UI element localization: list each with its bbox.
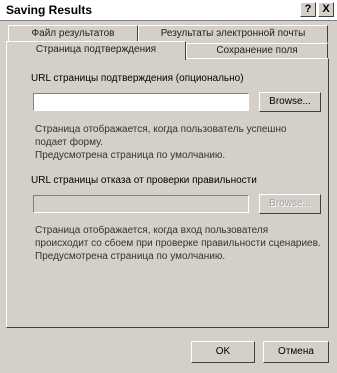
title-bar: Saving Results ? X — [0, 0, 337, 21]
description-line: Предусмотрена страница по умолчанию. — [35, 251, 226, 262]
confirmation-description: Страница отображается, когда пользовател… — [35, 123, 287, 162]
confirmation-url-input[interactable] — [33, 93, 249, 111]
window-title: Saving Results — [6, 3, 93, 17]
description-line: происходит со сбоем при проверке правиль… — [35, 238, 321, 249]
cancel-button[interactable]: Отмена — [263, 341, 329, 363]
description-line: Предусмотрена страница по умолчанию. — [35, 150, 226, 161]
ok-button[interactable]: OK — [191, 341, 255, 363]
confirmation-browse-button[interactable]: Browse... — [259, 92, 321, 112]
confirmation-url-label: URL страницы подтверждения (опционально) — [31, 73, 244, 84]
help-button[interactable]: ? — [300, 2, 316, 17]
tab-label: Результаты электронной почты — [160, 28, 306, 39]
confirmation-tab-panel: URL страницы подтверждения (опционально)… — [6, 58, 329, 328]
description-line: Страница отображается, когда пользовател… — [35, 124, 287, 135]
close-button[interactable]: X — [318, 2, 334, 17]
validation-url-input[interactable] — [33, 195, 249, 213]
tab-label: Сохранение поля — [216, 45, 298, 56]
description-line: Страница отображается, когда вход пользо… — [35, 225, 269, 236]
validation-browse-button[interactable]: Browse... — [259, 194, 321, 214]
tab-label: Страница подтверждения — [35, 44, 157, 55]
description-line: подает форму. — [35, 137, 103, 148]
tab-label: Файл результатов — [31, 28, 115, 39]
tab-saved-fields[interactable]: Сохранение поля — [186, 43, 328, 59]
tab-confirmation-page[interactable]: Страница подтверждения — [6, 41, 186, 60]
validation-url-label: URL страницы отказа от проверки правильн… — [31, 175, 257, 186]
validation-description: Страница отображается, когда вход пользо… — [35, 224, 321, 263]
